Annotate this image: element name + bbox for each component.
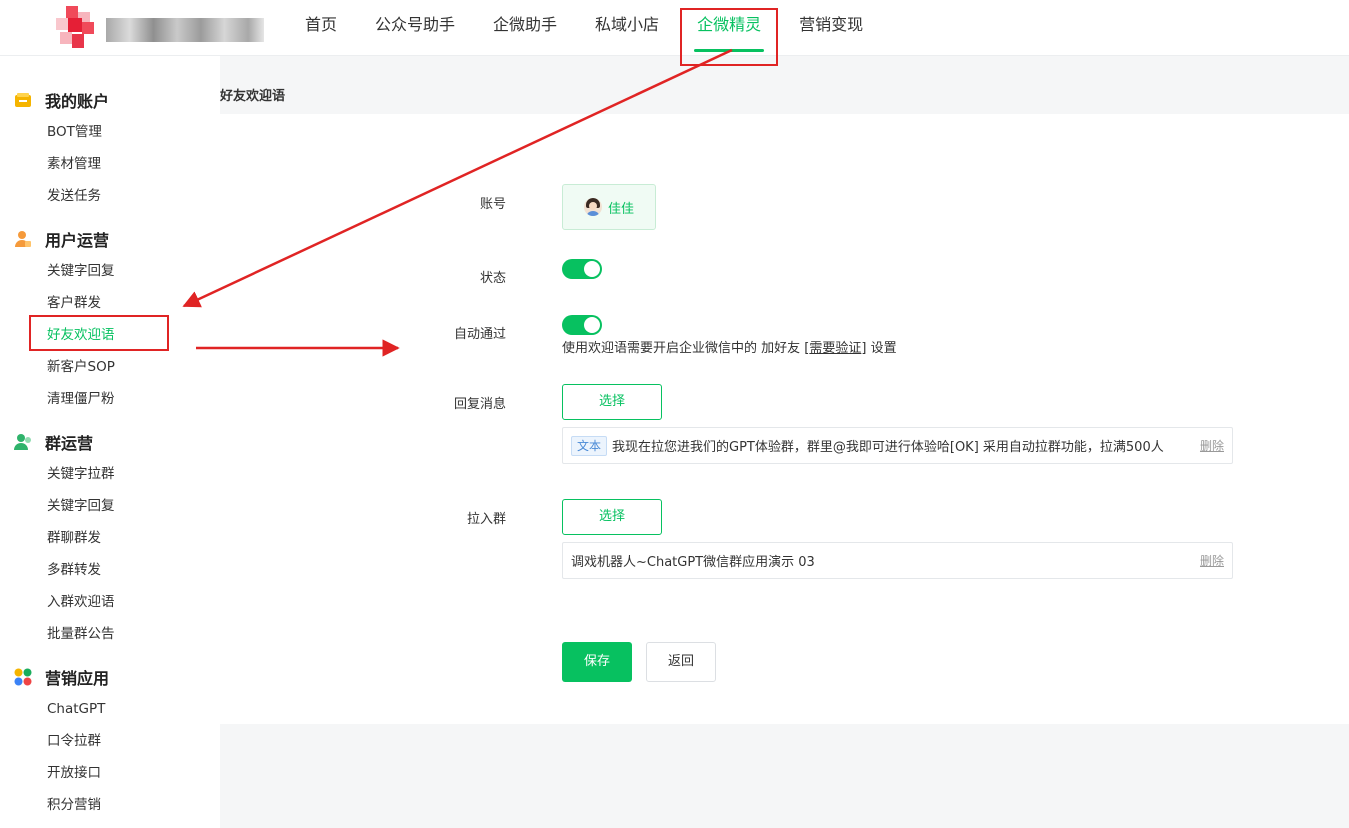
nav-wecom-assistant[interactable]: 企微助手: [474, 0, 576, 56]
back-button[interactable]: 返回: [646, 642, 716, 682]
message-type-tag: 文本: [571, 435, 608, 456]
highlight-box-sidebar: [29, 315, 169, 351]
sidebar-item-passcode-group[interactable]: 口令拉群: [0, 725, 220, 757]
highlight-box-nav: [680, 8, 778, 66]
group-name: 调戏机器人~ChatGPT微信群应用演示 03: [571, 555, 815, 570]
reply-label: 回复消息: [453, 397, 506, 412]
group-select-button[interactable]: 选择: [562, 499, 662, 535]
nav-private-shop[interactable]: 私域小店: [576, 0, 678, 56]
group-item: 调戏机器人~ChatGPT微信群应用演示 03 删除: [562, 542, 1233, 579]
sidebar-item-keyword-join-group[interactable]: 关键字拉群: [0, 458, 220, 490]
auto-accept-hint: 使用欢迎语需要开启企业微信中的 加好友 [需要验证] 设置: [562, 341, 897, 356]
sidebar-group-marketing: 营销应用 ChatGPT 口令拉群 开放接口 积分营销: [0, 661, 220, 821]
verification-link[interactable]: 需要验证: [809, 341, 861, 356]
auto-accept-label: 自动通过: [453, 327, 506, 342]
logo-text-blurred: [106, 18, 264, 42]
reply-delete-button[interactable]: 删除: [1192, 437, 1232, 454]
page-title: 好友欢迎语: [220, 89, 286, 104]
sidebar-item-open-api[interactable]: 开放接口: [0, 757, 220, 789]
nav-home[interactable]: 首页: [286, 0, 356, 56]
join-group-label: 拉入群: [466, 512, 506, 527]
main-nav: 首页 公众号助手 企微助手 私域小店 企微精灵 营销变现: [286, 0, 882, 56]
status-toggle[interactable]: [562, 259, 602, 279]
sidebar-item-tasks[interactable]: 发送任务: [0, 180, 220, 212]
avatar: [583, 198, 602, 216]
sidebar-group-title: 用户运营: [0, 223, 220, 255]
auto-accept-toggle[interactable]: [562, 315, 602, 335]
reply-message-text: 我现在拉您进我们的GPT体验群，群里@我即可进行体验哈[OK] 采用自动拉群功能…: [612, 440, 1164, 455]
top-bar: 首页 公众号助手 企微助手 私域小店 企微精灵 营销变现: [0, 0, 1349, 56]
logo-mark-icon: [56, 6, 100, 50]
account-chip[interactable]: 佳佳: [562, 184, 656, 230]
sidebar-group-account: 我的账户 BOT管理 素材管理 发送任务: [0, 84, 220, 212]
sidebar-item-points-marketing[interactable]: 积分营销: [0, 789, 220, 821]
sidebar-group-title: 我的账户: [0, 84, 220, 116]
group-delete-button[interactable]: 删除: [1192, 552, 1232, 569]
wallet-icon: [14, 91, 32, 109]
group-icon: [14, 433, 32, 451]
sidebar-group-title: 营销应用: [0, 661, 220, 693]
sidebar-item-clean-zombie[interactable]: 清理僵尸粉: [0, 383, 220, 415]
reply-message-item: 文本 我现在拉您进我们的GPT体验群，群里@我即可进行体验哈[OK] 采用自动拉…: [562, 427, 1233, 464]
save-button[interactable]: 保存: [562, 642, 632, 682]
apps-icon: [14, 668, 32, 686]
reply-select-button[interactable]: 选择: [562, 384, 662, 420]
sidebar-item-group-broadcast[interactable]: 群聊群发: [0, 522, 220, 554]
sidebar-group-groups: 群运营 关键字拉群 关键字回复 群聊群发 多群转发 入群欢迎语 批量群公告: [0, 426, 220, 650]
sidebar: 我的账户 BOT管理 素材管理 发送任务 用户运营 关键字回复 客户群发 好友欢…: [0, 56, 220, 828]
account-name: 佳佳: [607, 201, 634, 217]
logo[interactable]: [56, 6, 264, 50]
account-label: 账号: [479, 197, 506, 212]
sidebar-item-new-customer-sop[interactable]: 新客户SOP: [0, 351, 220, 383]
sidebar-item-multi-group-forward[interactable]: 多群转发: [0, 554, 220, 586]
nav-official-account[interactable]: 公众号助手: [356, 0, 474, 56]
sidebar-item-group-welcome[interactable]: 入群欢迎语: [0, 586, 220, 618]
sidebar-item-group-keyword-reply[interactable]: 关键字回复: [0, 490, 220, 522]
sidebar-item-keyword-reply[interactable]: 关键字回复: [0, 255, 220, 287]
sidebar-item-materials[interactable]: 素材管理: [0, 148, 220, 180]
sidebar-group-title: 群运营: [0, 426, 220, 458]
user-icon: [14, 230, 32, 248]
sidebar-item-chatgpt[interactable]: ChatGPT: [0, 693, 220, 725]
nav-marketing[interactable]: 营销变现: [780, 0, 882, 56]
sidebar-item-bot[interactable]: BOT管理: [0, 116, 220, 148]
sidebar-item-batch-announcement[interactable]: 批量群公告: [0, 618, 220, 650]
status-label: 状态: [479, 271, 506, 286]
